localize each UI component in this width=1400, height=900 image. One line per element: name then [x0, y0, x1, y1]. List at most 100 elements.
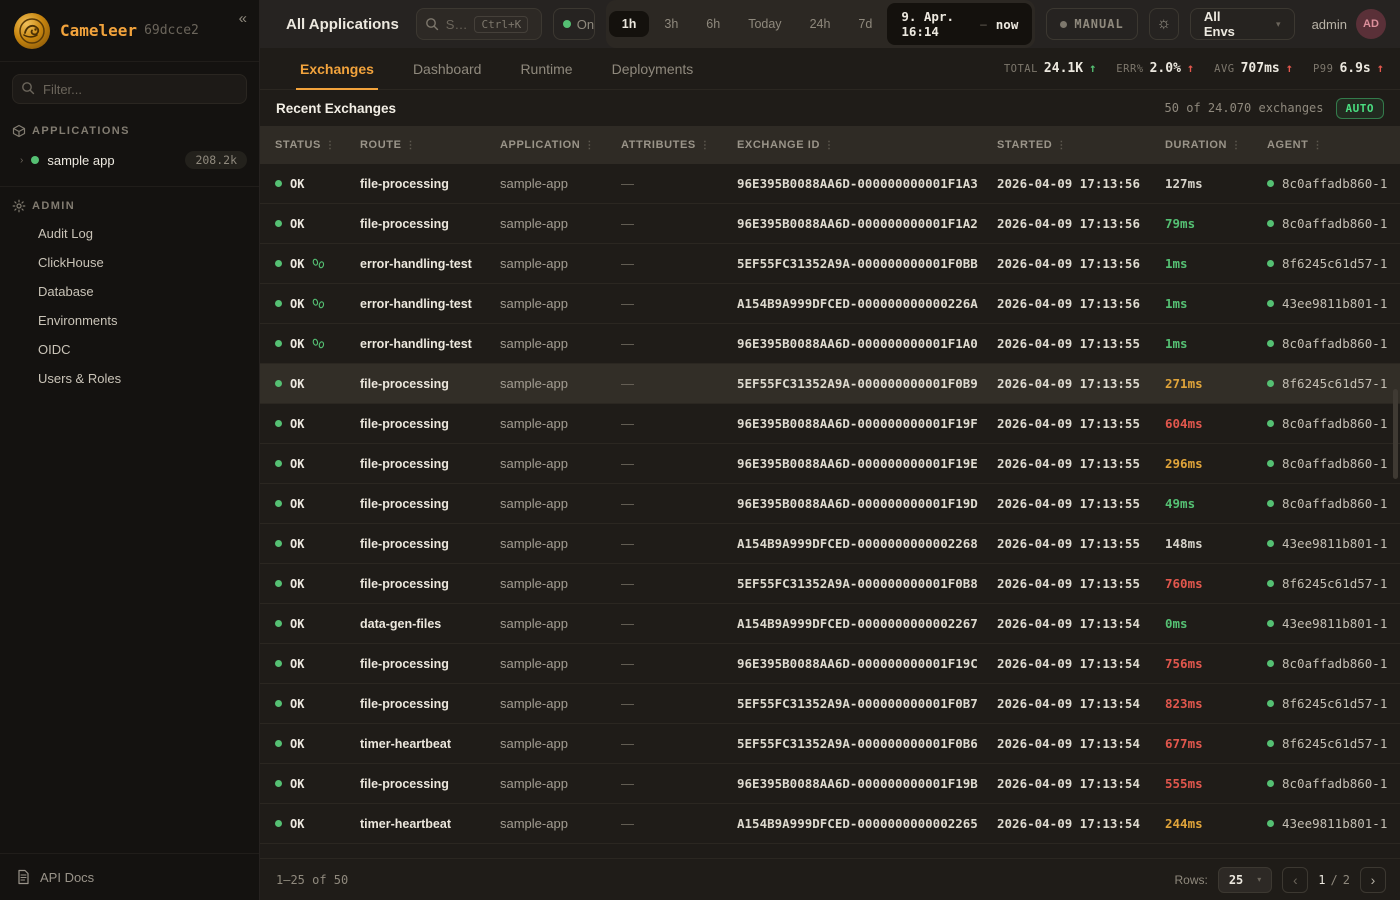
manual-refresh-button[interactable]: MANUAL — [1046, 8, 1137, 40]
cell-agent: 43ee9811b801-1 — [1267, 536, 1400, 551]
agent-status-dot — [1267, 340, 1274, 347]
time-range-6h[interactable]: 6h — [693, 11, 733, 37]
time-range-3h[interactable]: 3h — [651, 11, 691, 37]
filter-input[interactable] — [12, 74, 247, 104]
sun-icon: ☼ — [1156, 15, 1171, 33]
status-dot-green — [275, 260, 282, 267]
column-header-started[interactable]: STARTED⋮ — [997, 139, 1165, 151]
search-icon — [425, 17, 439, 31]
cell-attributes: — — [621, 656, 737, 671]
sidebar-collapse-icon[interactable]: « — [239, 10, 247, 27]
time-range-today[interactable]: Today — [735, 11, 794, 37]
cell-application: sample-app — [500, 736, 621, 751]
column-header-agent[interactable]: AGENT⋮ — [1267, 139, 1400, 151]
date-range-display[interactable]: 9. Apr. 16:14 – now — [887, 3, 1032, 45]
document-icon — [16, 869, 31, 885]
table-row[interactable]: OKfile-processingsample-app—A154B9A999DF… — [260, 524, 1400, 564]
table-row[interactable]: OKfile-processingsample-app—5EF55FC31352… — [260, 364, 1400, 404]
table-row[interactable]: OKfile-processingsample-app—5EF55FC31352… — [260, 564, 1400, 604]
chevron-down-icon: ▾ — [1276, 19, 1281, 30]
sidebar-item-database[interactable]: Database — [0, 277, 259, 306]
time-range-7d[interactable]: 7d — [845, 11, 885, 37]
cell-exchange-id: 96E395B0088AA6D-000000000001F1A0 — [737, 336, 997, 351]
cell-attributes: — — [621, 336, 737, 351]
column-header-duration[interactable]: DURATION⋮ — [1165, 139, 1267, 151]
cell-status: OK — [275, 177, 360, 191]
table-row[interactable]: OKfile-processingsample-app—96E395B0088A… — [260, 484, 1400, 524]
tab-exchanges[interactable]: Exchanges — [296, 48, 378, 89]
cell-status: OK — [275, 337, 360, 351]
cell-application: sample-app — [500, 696, 621, 711]
cell-exchange-id: 5EF55FC31352A9A-000000000001F0B8 — [737, 576, 997, 591]
cell-application: sample-app — [500, 296, 621, 311]
table-row[interactable]: OKerror-handling-testsample-app—5EF55FC3… — [260, 244, 1400, 284]
auto-refresh-badge[interactable]: AUTO — [1336, 98, 1385, 119]
cell-status: OK — [275, 417, 360, 431]
cell-started: 2026-04-09 17:13:54 — [997, 616, 1165, 631]
tab-runtime[interactable]: Runtime — [516, 48, 576, 89]
sidebar-item-users-roles[interactable]: Users & Roles — [0, 364, 259, 393]
sidebar-item-application[interactable]: ›sample app208.2k — [0, 144, 259, 176]
online-status-button[interactable]: Online — [553, 8, 595, 40]
cell-route: timer-heartbeat — [360, 737, 500, 751]
status-dot-green — [275, 660, 282, 667]
avatar[interactable]: AD — [1356, 9, 1386, 39]
cell-duration: 79ms — [1165, 216, 1267, 231]
table-row[interactable]: OKerror-handling-testsample-app—A154B9A9… — [260, 284, 1400, 324]
time-range-24h[interactable]: 24h — [797, 11, 844, 37]
cell-started: 2026-04-09 17:13:55 — [997, 456, 1165, 471]
global-search-input[interactable]: S… Ctrl+K — [416, 8, 542, 40]
tab-deployments[interactable]: Deployments — [608, 48, 698, 89]
scrollbar-thumb[interactable] — [1393, 389, 1398, 479]
cell-agent: 8f6245c61d57-1 — [1267, 736, 1400, 751]
column-header-application[interactable]: APPLICATION⋮ — [500, 139, 621, 151]
sidebar-item-clickhouse[interactable]: ClickHouse — [0, 248, 259, 277]
sidebar-item-oidc[interactable]: OIDC — [0, 335, 259, 364]
table-row[interactable]: OKfile-processingsample-app—96E395B0088A… — [260, 164, 1400, 204]
theme-toggle-button[interactable]: ☼ — [1149, 8, 1179, 40]
column-header-attributes[interactable]: ATTRIBUTES⋮ — [621, 139, 737, 151]
table-row[interactable]: OKerror-handling-testsample-app—96E395B0… — [260, 324, 1400, 364]
status-dot-green — [275, 540, 282, 547]
section-header-right: 50 of 24.070 exchanges AUTO — [1165, 98, 1384, 119]
trend-arrow-icon: ↑ — [1286, 61, 1293, 75]
table-row[interactable]: OKfile-processingsample-app—5EF55FC31352… — [260, 684, 1400, 724]
stat-p99: P996.9s↑ — [1313, 61, 1384, 76]
time-range-buttons: 1h3h6hToday24h7d — [609, 11, 886, 37]
table-row[interactable]: OKfile-processingsample-app—96E395B0088A… — [260, 204, 1400, 244]
time-range-1h[interactable]: 1h — [609, 11, 650, 37]
prev-page-button[interactable]: ‹ — [1282, 867, 1308, 893]
table-row[interactable]: OKtimer-heartbeatsample-app—A154B9A999DF… — [260, 804, 1400, 844]
column-header-exchange-id[interactable]: EXCHANGE ID⋮ — [737, 139, 997, 151]
status-text: OK — [290, 497, 304, 511]
table-row[interactable]: OKfile-processingsample-app—96E395B0088A… — [260, 764, 1400, 804]
status-dot-green — [275, 780, 282, 787]
tab-dashboard[interactable]: Dashboard — [409, 48, 486, 89]
table-row[interactable]: OKtimer-heartbeatsample-app—5EF55FC31352… — [260, 724, 1400, 764]
agent-status-dot — [1267, 220, 1274, 227]
table-row[interactable]: OKdata-gen-filessample-app—A154B9A999DFC… — [260, 604, 1400, 644]
api-docs-link[interactable]: API Docs — [0, 853, 259, 900]
rows-per-page-select[interactable]: 25 ▾ — [1218, 867, 1272, 893]
status-text: OK — [290, 217, 304, 231]
status-dot-green — [275, 220, 282, 227]
cell-status: OK — [275, 737, 360, 751]
chevron-right-icon[interactable]: › — [20, 155, 23, 166]
table-row[interactable]: OKfile-processingsample-app—96E395B0088A… — [260, 404, 1400, 444]
cell-application: sample-app — [500, 776, 621, 791]
environment-select[interactable]: All Envs ▾ — [1190, 8, 1295, 40]
cell-status: OK — [275, 457, 360, 471]
sidebar-item-environments[interactable]: Environments — [0, 306, 259, 335]
table-row[interactable]: OKfile-processingsample-app—96E395B0088A… — [260, 444, 1400, 484]
status-text: OK — [290, 417, 304, 431]
cell-application: sample-app — [500, 216, 621, 231]
column-header-route[interactable]: ROUTE⋮ — [360, 139, 500, 151]
rows-per-page-label: Rows: — [1174, 873, 1207, 887]
sidebar-item-audit-log[interactable]: Audit Log — [0, 219, 259, 248]
table-row[interactable]: OKfile-processingsample-app—96E395B0088A… — [260, 644, 1400, 684]
column-header-status[interactable]: STATUS⋮ — [275, 139, 360, 151]
cell-started: 2026-04-09 17:13:56 — [997, 256, 1165, 271]
next-page-button[interactable]: › — [1360, 867, 1386, 893]
table-footer: 1–25 of 50 Rows: 25 ▾ ‹ 1 / 2 › — [260, 858, 1400, 900]
footprints-icon — [312, 258, 325, 270]
